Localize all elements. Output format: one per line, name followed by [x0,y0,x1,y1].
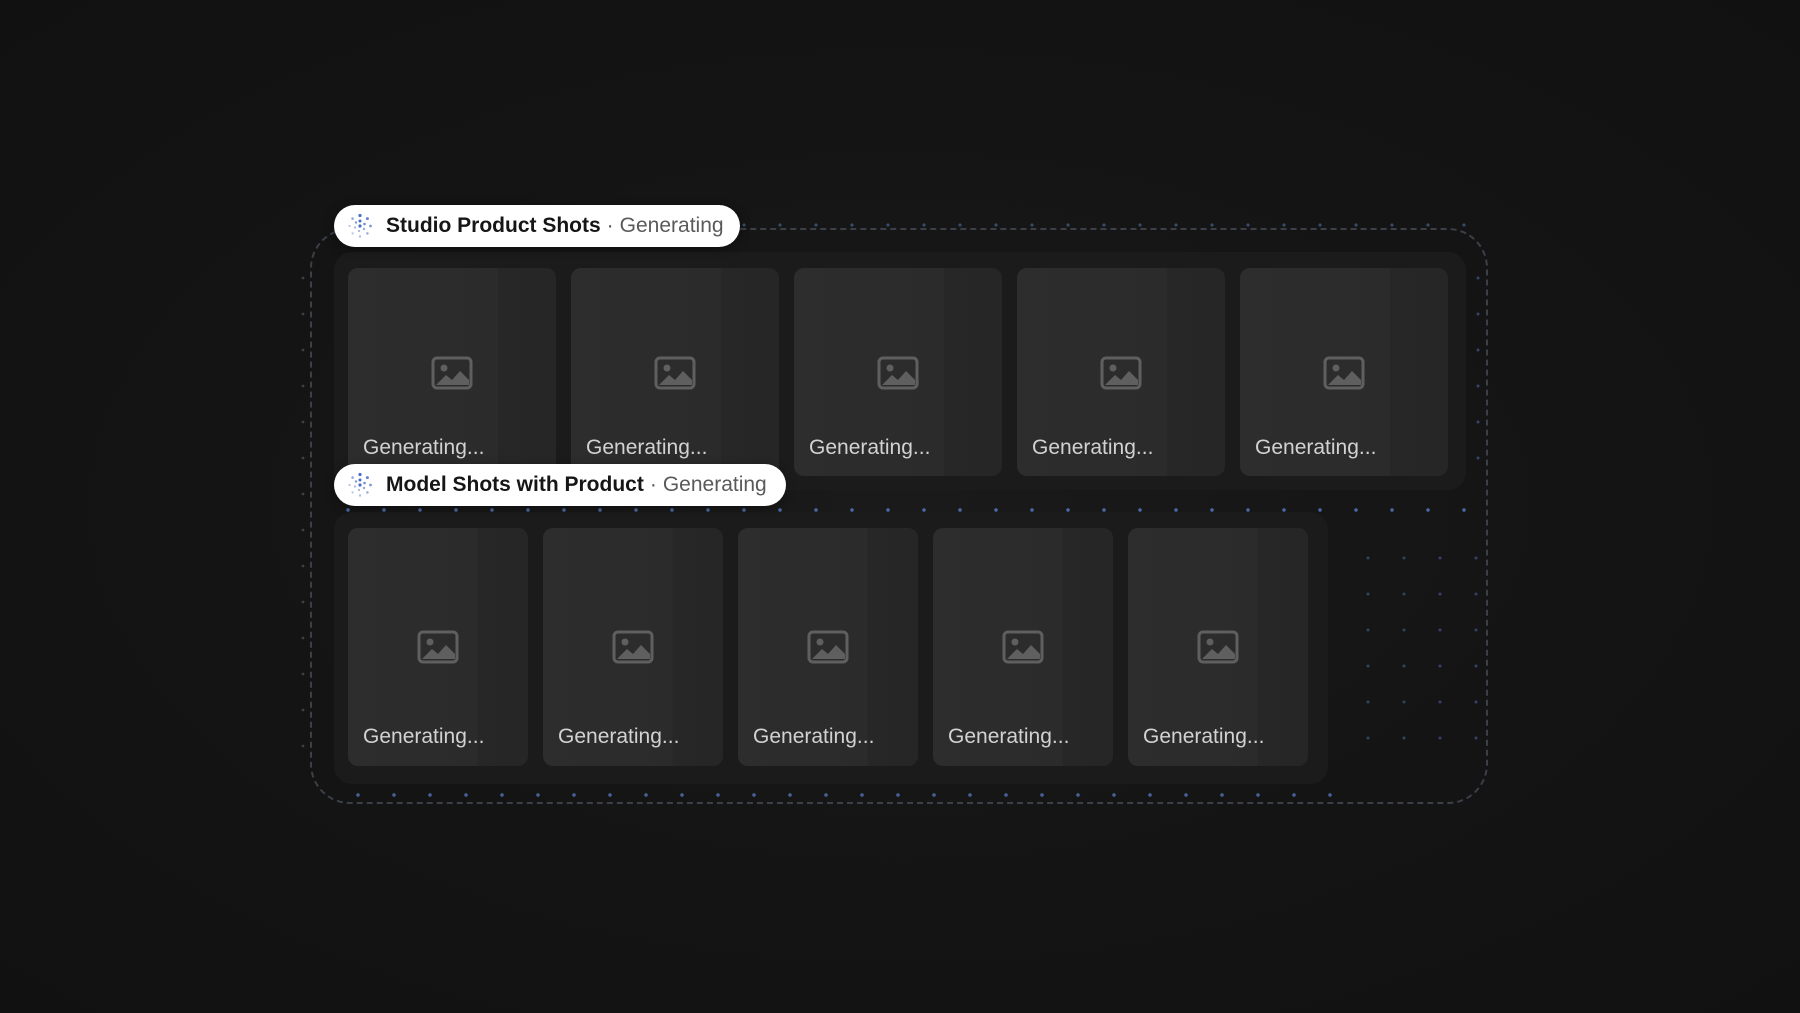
generating-card[interactable]: Generating... [571,268,779,476]
card-status-label: Generating... [753,725,875,748]
card-row-studio-product-shots: Generating... Generating... Generating..… [348,268,1448,476]
generating-card[interactable]: Generating... [543,528,723,766]
sparkle-loader-icon [348,213,372,238]
generating-card[interactable]: Generating... [1240,268,1448,476]
group-title: Studio Product Shots [386,214,601,237]
card-row-model-shots-with-product: Generating... Generating... Generating..… [348,528,1308,766]
canvas: Studio Product Shots · Generating Genera… [0,0,1800,1013]
image-placeholder-icon [1100,356,1142,390]
group-title: Model Shots with Product [386,473,644,496]
image-placeholder-icon [1002,630,1044,664]
image-placeholder-icon [612,630,654,664]
sparkle-loader-icon [348,472,372,497]
group-status: Generating [619,214,724,237]
group-header-studio-product-shots[interactable]: Studio Product Shots · Generating [334,205,740,247]
separator-dot: · [606,214,614,237]
image-placeholder-icon [417,630,459,664]
generating-card[interactable]: Generating... [348,528,528,766]
card-status-label: Generating... [363,436,485,459]
card-status-label: Generating... [558,725,680,748]
image-placeholder-icon [807,630,849,664]
card-status-label: Generating... [1143,725,1265,748]
generating-card[interactable]: Generating... [1017,268,1225,476]
group-header-model-shots-with-product[interactable]: Model Shots with Product · Generating [334,464,786,506]
group-status: Generating [662,473,767,496]
generating-card[interactable]: Generating... [794,268,1002,476]
image-placeholder-icon [431,356,473,390]
image-placeholder-icon [1197,630,1239,664]
generating-card[interactable]: Generating... [348,268,556,476]
image-placeholder-icon [877,356,919,390]
generating-card[interactable]: Generating... [738,528,918,766]
generating-card[interactable]: Generating... [933,528,1113,766]
card-status-label: Generating... [363,725,485,748]
card-status-label: Generating... [948,725,1070,748]
card-status-label: Generating... [586,436,708,459]
image-placeholder-icon [1323,356,1365,390]
separator-dot: · [649,473,657,496]
image-placeholder-icon [654,356,696,390]
card-status-label: Generating... [809,436,931,459]
generating-card[interactable]: Generating... [1128,528,1308,766]
card-status-label: Generating... [1032,436,1154,459]
card-status-label: Generating... [1255,436,1377,459]
